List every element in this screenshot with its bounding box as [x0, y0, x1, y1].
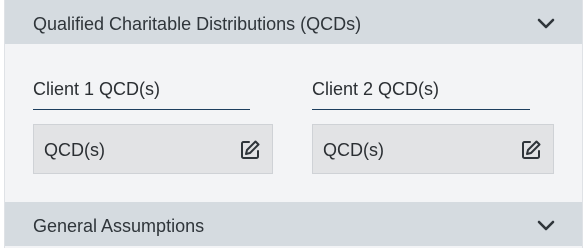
client-2-underline — [312, 109, 530, 110]
client-1-underline — [33, 109, 250, 110]
qcd-section-title: Qualified Charitable Distributions (QCDs… — [33, 14, 362, 34]
client-2-qcd-label: Client 2 QCD(s) — [312, 79, 440, 99]
client-1-qcd-label: Client 1 QCD(s) — [33, 79, 161, 99]
chevron-down-icon[interactable] — [536, 13, 556, 33]
edit-icon[interactable] — [519, 138, 543, 162]
edit-icon[interactable] — [238, 138, 262, 162]
qcd-section-header[interactable]: Qualified Charitable Distributions (QCDs… — [5, 0, 582, 44]
client-1-qcd-field-label: QCD(s) — [44, 140, 105, 160]
general-assumptions-title: General Assumptions — [33, 216, 205, 236]
general-assumptions-header[interactable]: General Assumptions — [5, 202, 582, 246]
assumptions-panel: Qualified Charitable Distributions (QCDs… — [4, 0, 583, 248]
client-2-qcd-field[interactable]: QCD(s) — [312, 124, 554, 174]
client-2-qcd-field-label: QCD(s) — [323, 140, 384, 160]
chevron-down-icon[interactable] — [536, 215, 556, 235]
client-1-qcd-field[interactable]: QCD(s) — [33, 124, 273, 174]
